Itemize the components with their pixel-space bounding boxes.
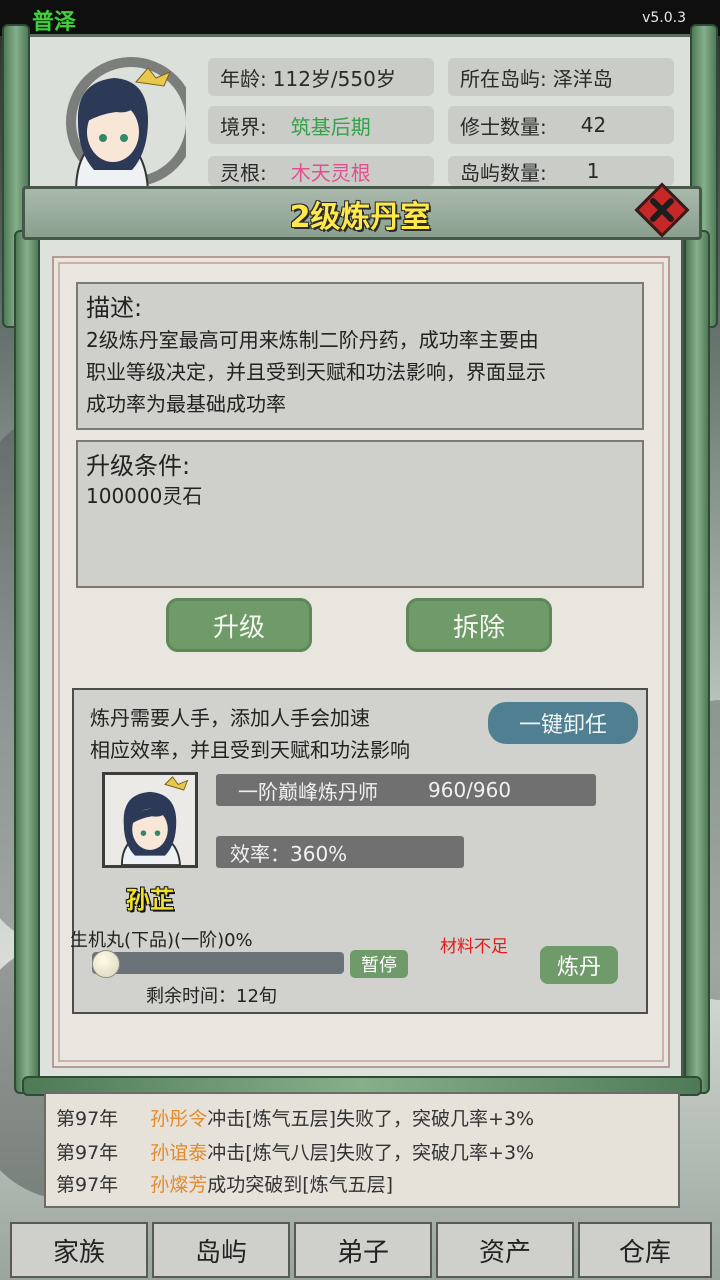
pause-button[interactable]: 暂停 — [350, 950, 408, 978]
upgrade-title: 升级条件: — [86, 452, 191, 480]
tab-assets[interactable]: 资产 — [436, 1222, 574, 1278]
material-shortage-warning: 材料不足 — [440, 937, 508, 957]
cultivators-stat: 修士数量: 42 — [448, 106, 674, 144]
realm-stat: 境界: 筑基后期 — [208, 106, 434, 144]
efficiency-label: 效率：360% — [230, 841, 348, 866]
close-button[interactable] — [634, 182, 690, 238]
unassign-all-button[interactable]: 一键卸任 — [488, 702, 638, 744]
worker-name: 孙芷 — [126, 886, 174, 914]
upgrade-requirement: 100000灵石 — [86, 484, 203, 508]
tab-clan[interactable]: 家族 — [10, 1222, 148, 1278]
age-stat: 年龄: 112岁/550岁 — [208, 58, 434, 96]
island-stat: 所在岛屿: 泽洋岛 — [448, 58, 674, 96]
remaining-time: 剩余时间：12旬 — [146, 986, 277, 1007]
worker-info-line-2: 相应效率，并且受到天赋和功法影响 — [90, 738, 410, 762]
production-item-label: 生机丸(下品)(一阶)0% — [70, 930, 253, 951]
log-row: 第97年 孙彤令冲击[炼气五层]失败了，突破几率+3% — [56, 1108, 535, 1130]
worker-portrait[interactable] — [102, 772, 198, 868]
description-title: 描述: — [86, 294, 143, 322]
description-line-1: 2级炼丹室最高可用来炼制二阶丹药，成功率主要由 — [86, 328, 539, 352]
upgrade-button[interactable]: 升级 — [166, 598, 312, 652]
efficiency-bar: 效率：360% — [216, 836, 464, 868]
dialog-right-bamboo — [684, 230, 710, 1094]
tab-disciples[interactable]: 弟子 — [294, 1222, 432, 1278]
profession-bar: 一阶巅峰炼丹师 960/960 — [216, 774, 596, 806]
season-label: 普泽 — [32, 10, 77, 35]
production-progress-bar — [92, 952, 344, 974]
log-row: 第97年 孙燦芳成功突破到[炼气五层] — [56, 1174, 394, 1196]
tab-warehouse[interactable]: 仓库 — [578, 1222, 712, 1278]
spirit-root-stat: 灵根: 木天灵根 — [208, 156, 434, 186]
patriarch-avatar[interactable] — [36, 52, 186, 192]
worker-info-line-1: 炼丹需要人手，添加人手会加速 — [90, 706, 370, 730]
experience-value: 960/960 — [428, 778, 512, 802]
log-row: 第97年 孙谊泰冲击[炼气八层]失败了，突破几率+3% — [56, 1142, 535, 1164]
version-label: v5.0.3 — [642, 10, 686, 26]
demolish-button[interactable]: 拆除 — [406, 598, 552, 652]
progress-knob — [92, 950, 120, 978]
top-status-bar — [0, 0, 720, 36]
tab-islands[interactable]: 岛屿 — [152, 1222, 290, 1278]
dialog-left-bamboo — [14, 230, 40, 1094]
profession-label: 一阶巅峰炼丹师 — [238, 779, 378, 804]
dialog-title: 2级炼丹室 — [289, 200, 431, 235]
description-line-2: 职业等级决定，并且受到天赋和功法影响，界面显示 — [86, 360, 546, 384]
alchemy-button[interactable]: 炼丹 — [540, 946, 618, 984]
description-line-3: 成功率为最基础成功率 — [86, 392, 286, 416]
